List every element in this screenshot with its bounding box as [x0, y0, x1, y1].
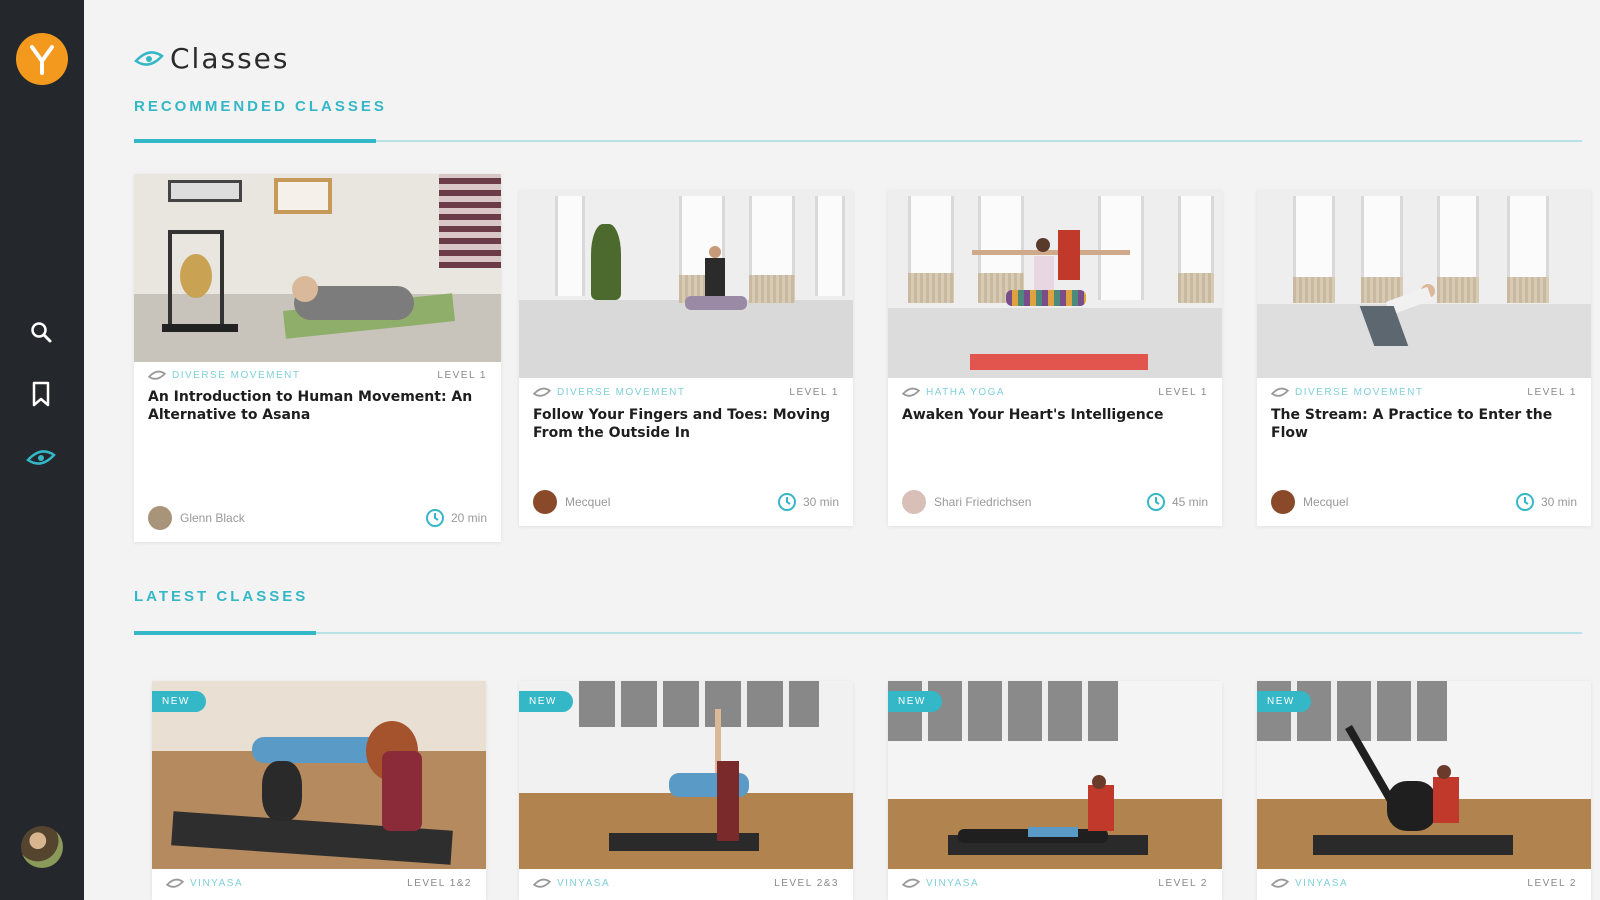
class-duration: 45 min — [1171, 495, 1208, 509]
eye-icon — [1271, 878, 1289, 888]
class-level: Level 2&3 — [774, 877, 839, 889]
class-duration: 30 min — [1540, 495, 1577, 509]
clock-icon — [1146, 493, 1165, 511]
teacher-name[interactable]: Mecquel — [1303, 495, 1348, 509]
app-logo[interactable] — [16, 33, 68, 85]
class-category: Diverse Movement — [557, 386, 686, 398]
teacher-name[interactable]: Mecquel — [565, 495, 610, 509]
class-meta: Vinyasa Level 1&2 — [152, 869, 486, 897]
recommended-divider — [134, 139, 1582, 143]
class-card[interactable]: New Vinyasa Level 2&3 — [519, 681, 853, 900]
class-category: Hatha Yoga — [926, 386, 1006, 398]
class-thumbnail[interactable] — [134, 174, 501, 362]
class-category: Diverse Movement — [1295, 386, 1424, 398]
new-badge: New — [1257, 691, 1311, 712]
sidebar — [0, 0, 84, 900]
class-category: Diverse Movement — [172, 369, 301, 381]
class-card[interactable]: New Vinyasa Level 2 — [1257, 681, 1591, 900]
class-level: Level 1&2 — [407, 877, 472, 889]
eye-icon — [134, 50, 164, 66]
class-meta: Diverse Movement Level 1 — [134, 362, 501, 388]
eye-icon[interactable] — [26, 443, 56, 473]
class-card[interactable]: Diverse Movement Level 1 The Stream: A P… — [1257, 190, 1591, 526]
clock-icon — [425, 509, 444, 527]
class-thumbnail[interactable] — [1257, 190, 1591, 378]
eye-icon — [533, 387, 551, 397]
eye-icon — [902, 387, 920, 397]
class-title[interactable]: The Stream: A Practice to Enter the Flow — [1257, 406, 1591, 442]
eye-icon — [1271, 387, 1289, 397]
class-thumbnail[interactable]: New — [152, 681, 486, 869]
class-duration: 20 min — [450, 511, 487, 525]
class-thumbnail[interactable]: New — [1257, 681, 1591, 869]
clock-icon — [777, 493, 796, 511]
eye-icon — [902, 878, 920, 888]
class-title[interactable]: Awaken Your Heart's Intelligence — [888, 406, 1222, 424]
class-level: Level 1 — [437, 369, 487, 381]
class-category: Vinyasa — [557, 877, 611, 889]
class-meta: Diverse Movement Level 1 — [519, 378, 853, 406]
yoga-logo-icon — [30, 45, 54, 75]
clock-icon — [1515, 493, 1534, 511]
class-category: Vinyasa — [926, 877, 980, 889]
class-thumbnail[interactable]: New — [888, 681, 1222, 869]
class-level: Level 2 — [1158, 877, 1208, 889]
class-thumbnail[interactable]: New — [519, 681, 853, 869]
class-thumbnail[interactable] — [888, 190, 1222, 378]
class-thumbnail[interactable] — [519, 190, 853, 378]
class-footer: Shari Friedrichsen 45 min — [902, 490, 1208, 514]
class-footer: Mecquel 30 min — [1271, 490, 1577, 514]
class-level: Level 1 — [789, 386, 839, 398]
class-level: Level 2 — [1527, 877, 1577, 889]
teacher-avatar — [533, 490, 557, 514]
teacher-avatar — [1271, 490, 1295, 514]
new-badge: New — [888, 691, 942, 712]
class-card[interactable]: New Vinyasa Level 1&2 — [152, 681, 486, 900]
eye-icon — [533, 878, 551, 888]
teacher-avatar — [148, 506, 172, 530]
teacher-avatar — [902, 490, 926, 514]
class-meta: Vinyasa Level 2 — [1257, 869, 1591, 897]
eye-icon — [148, 370, 166, 380]
class-card[interactable]: New Vinyasa Level 2 — [888, 681, 1222, 900]
teacher-name[interactable]: Shari Friedrichsen — [934, 495, 1031, 509]
class-title[interactable]: Follow Your Fingers and Toes: Moving Fro… — [519, 406, 853, 442]
class-meta: Vinyasa Level 2&3 — [519, 869, 853, 897]
latest-heading: Latest Classes — [134, 588, 309, 605]
eye-icon — [166, 878, 184, 888]
bookmark-icon[interactable] — [26, 379, 56, 409]
user-avatar[interactable] — [21, 826, 63, 868]
class-meta: Diverse Movement Level 1 — [1257, 378, 1591, 406]
class-card[interactable]: Diverse Movement Level 1 Follow Your Fin… — [519, 190, 853, 526]
search-icon[interactable] — [26, 317, 56, 347]
class-category: Vinyasa — [1295, 877, 1349, 889]
new-badge: New — [519, 691, 573, 712]
recommended-heading: Recommended Classes — [134, 98, 387, 115]
class-title[interactable]: An Introduction to Human Movement: An Al… — [134, 388, 501, 424]
class-footer: Mecquel 30 min — [533, 490, 839, 514]
class-card[interactable]: Diverse Movement Level 1 An Introduction… — [134, 174, 501, 542]
page-title-text: Classes — [170, 42, 290, 75]
class-meta: Hatha Yoga Level 1 — [888, 378, 1222, 406]
teacher-name[interactable]: Glenn Black — [180, 511, 245, 525]
class-category: Vinyasa — [190, 877, 244, 889]
new-badge: New — [152, 691, 206, 712]
page-title: Classes — [134, 42, 289, 75]
latest-divider — [134, 631, 1582, 635]
class-footer: Glenn Black 20 min — [148, 506, 487, 530]
class-card[interactable]: Hatha Yoga Level 1 Awaken Your Heart's I… — [888, 190, 1222, 526]
class-level: Level 1 — [1158, 386, 1208, 398]
class-level: Level 1 — [1527, 386, 1577, 398]
class-duration: 30 min — [802, 495, 839, 509]
class-meta: Vinyasa Level 2 — [888, 869, 1222, 897]
